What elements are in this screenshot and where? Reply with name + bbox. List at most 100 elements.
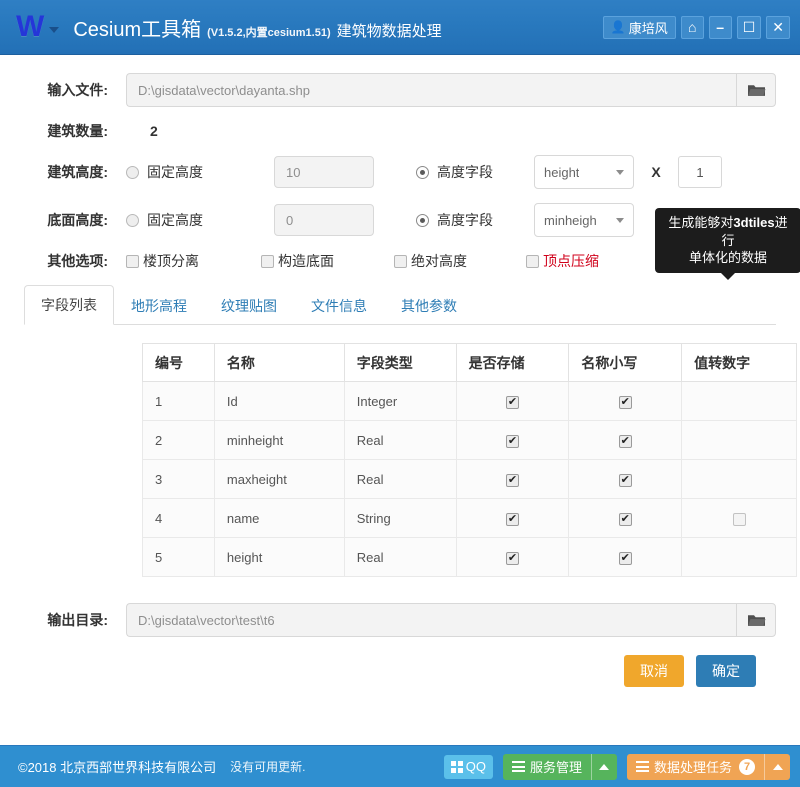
base-fixed-height-radio[interactable] — [126, 213, 139, 227]
window-controls: 👤 康培风 ⌂ – ☐ ✕ — [602, 15, 790, 39]
table-header-no: 编号 — [142, 343, 215, 382]
cell-name: minheight — [213, 420, 345, 460]
copyright-text: ©2018 北京西部世界科技有限公司 — [18, 760, 217, 775]
chevron-down-icon — [616, 169, 624, 175]
base-fixed-height-radio-group[interactable]: 固定高度 — [126, 210, 274, 230]
cell-tonumber — [681, 498, 797, 538]
cell-type: Integer — [343, 381, 457, 421]
checkbox-tonumber[interactable] — [732, 512, 746, 526]
checkbox-lowercase[interactable] — [618, 473, 632, 487]
home-icon: ⌂ — [687, 19, 697, 35]
cell-name: maxheight — [213, 459, 345, 499]
tab-field-list[interactable]: 字段列表 — [24, 285, 114, 325]
multiply-symbol: X — [651, 164, 661, 180]
qr-code-icon — [450, 760, 463, 773]
update-message: 没有可用更新. — [230, 760, 306, 774]
checkbox-store[interactable] — [506, 473, 519, 487]
tab-texture-map[interactable]: 纹理贴图 — [204, 286, 294, 325]
checkbox-lowercase[interactable] — [618, 551, 632, 565]
checkbox-absolute-height[interactable] — [394, 254, 407, 268]
tooltip-line1-a: 生成能够对 — [668, 215, 734, 230]
building-count-row: 建筑数量: 2 — [24, 121, 776, 141]
checkbox-lowercase[interactable] — [618, 512, 632, 526]
option-absolute-height-label: 绝对高度 — [411, 253, 467, 269]
input-file-browse-button[interactable] — [736, 73, 776, 107]
home-button[interactable]: ⌂ — [680, 15, 704, 39]
option-vertex-compression[interactable]: 顶点压缩 — [526, 251, 661, 271]
chevron-up-icon — [599, 763, 610, 770]
chevron-up-icon — [772, 763, 783, 770]
user-name-label: 康培风 — [628, 20, 668, 36]
base-height-row: 底面高度: 固定高度 0 高度字段 minheigh 生成能够对3dtiles进… — [24, 203, 800, 280]
cell-no: 1 — [142, 381, 215, 421]
base-fixed-height-input[interactable]: 0 — [274, 204, 374, 236]
maximize-icon: ☐ — [742, 19, 756, 35]
cell-tonumber — [681, 420, 797, 460]
building-count-label: 建筑数量: — [47, 123, 108, 139]
minimize-button[interactable]: – — [708, 15, 732, 39]
height-multiplier-input[interactable]: 1 — [678, 156, 722, 188]
building-height-field-select[interactable]: height — [534, 155, 634, 189]
building-height-row: 建筑高度: 固定高度 10 高度字段 height X 1 — [24, 155, 776, 189]
building-height-field-radio[interactable] — [416, 165, 429, 179]
cell-store — [455, 498, 570, 538]
folder-icon — [747, 614, 765, 626]
base-height-field-radio[interactable] — [416, 213, 429, 227]
building-fixed-height-input[interactable]: 10 — [274, 156, 374, 188]
cancel-button[interactable]: 取消 — [624, 655, 684, 687]
output-dir-label: 输出目录: — [47, 612, 108, 628]
app-logo[interactable]: W — [16, 12, 60, 42]
close-button[interactable]: ✕ — [766, 15, 790, 39]
folder-icon — [747, 84, 765, 96]
option-vertex-compression-label: 顶点压缩 — [543, 253, 599, 269]
qq-label: QQ — [465, 759, 486, 774]
checkbox-store[interactable] — [506, 395, 519, 409]
service-management-main[interactable]: 服务管理 — [502, 753, 591, 780]
checkbox-store[interactable] — [506, 512, 519, 526]
checkbox-roof-separate[interactable] — [126, 254, 139, 268]
checkbox-build-bottom[interactable] — [261, 254, 274, 268]
checkbox-store[interactable] — [506, 434, 519, 448]
action-buttons: 取消 确定 — [24, 655, 776, 687]
maximize-button[interactable]: ☐ — [736, 15, 762, 39]
data-task-toggle[interactable] — [764, 753, 790, 780]
checkbox-lowercase[interactable] — [618, 434, 632, 448]
building-height-field-radio-group[interactable]: 高度字段 — [416, 162, 534, 182]
checkbox-store[interactable] — [506, 551, 519, 565]
building-fixed-height-radio[interactable] — [126, 165, 139, 179]
field-table-wrapper: 编号 名称 字段类型 是否存储 名称小写 值转数字 1 Id Integer ✔… — [24, 325, 797, 577]
data-task-main[interactable]: 数据处理任务 7 — [626, 753, 764, 780]
cell-no: 3 — [142, 459, 215, 499]
output-dir-browse-button[interactable] — [736, 603, 776, 637]
tab-terrain-elevation[interactable]: 地形高程 — [114, 286, 204, 325]
tab-other-params[interactable]: 其他参数 — [384, 286, 474, 325]
service-management-toggle[interactable] — [590, 753, 617, 780]
cell-lowercase — [568, 459, 683, 499]
other-options-label: 其他选项: — [47, 253, 108, 269]
checkbox-lowercase[interactable] — [618, 395, 632, 409]
option-build-bottom[interactable]: 构造底面 — [261, 251, 394, 271]
confirm-button[interactable]: 确定 — [696, 655, 756, 687]
qq-button[interactable]: QQ — [443, 754, 493, 779]
table-header-name: 名称 — [213, 343, 345, 382]
cell-name: height — [213, 537, 345, 577]
checkbox-vertex-compression[interactable] — [526, 254, 539, 268]
chevron-down-icon[interactable] — [49, 27, 60, 33]
user-account-button[interactable]: 👤 康培风 — [602, 15, 676, 39]
tab-bar: 字段列表 地形高程 纹理贴图 文件信息 其他参数 — [24, 285, 776, 325]
output-dir-row: 输出目录: D:\gisdata\vector\test\t6 — [24, 603, 776, 637]
tab-file-info[interactable]: 文件信息 — [294, 286, 384, 325]
cell-lowercase — [568, 498, 683, 538]
data-task-button[interactable]: 数据处理任务 7 — [626, 753, 790, 780]
table-header-lowercase: 名称小写 — [568, 343, 683, 382]
app-version-text: (V1.5.2,内置cesium1.51) — [207, 26, 331, 39]
output-dir-field[interactable]: D:\gisdata\vector\test\t6 — [126, 603, 736, 637]
option-roof-separate[interactable]: 楼顶分离 — [126, 251, 261, 271]
option-absolute-height[interactable]: 绝对高度 — [394, 251, 526, 271]
building-fixed-height-radio-group[interactable]: 固定高度 — [126, 162, 274, 182]
base-height-field-select[interactable]: minheigh — [534, 203, 634, 237]
cell-store — [455, 537, 570, 577]
base-height-field-radio-group[interactable]: 高度字段 — [416, 210, 534, 230]
service-management-button[interactable]: 服务管理 — [502, 753, 617, 780]
input-file-field[interactable]: D:\gisdata\vector\dayanta.shp — [126, 73, 736, 107]
